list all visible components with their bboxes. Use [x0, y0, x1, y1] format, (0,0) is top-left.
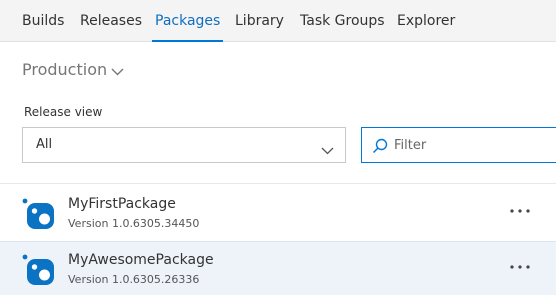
nuget-package-icon: [22, 254, 56, 290]
package-name: MyFirstPackage: [68, 196, 176, 212]
package-version: Version 1.0.6305.26336: [68, 273, 200, 286]
feed-name: Production: [22, 60, 108, 79]
release-view-value: All: [36, 137, 53, 152]
package-row[interactable]: MyFirstPackage Version 1.0.6305.34450: [0, 186, 556, 240]
filter-input[interactable]: [394, 135, 544, 155]
tab-packages[interactable]: Packages: [151, 0, 224, 42]
tab-builds[interactable]: Builds: [22, 0, 64, 42]
ellipsis-icon[interactable]: [506, 256, 534, 278]
package-row[interactable]: MyAwesomePackage Version 1.0.6305.26336: [0, 241, 556, 295]
search-icon: [372, 138, 388, 158]
list-divider: [0, 183, 556, 184]
tab-task-groups[interactable]: Task Groups: [300, 0, 385, 42]
feed-selector[interactable]: Production: [22, 60, 124, 80]
tab-library[interactable]: Library: [235, 0, 284, 42]
ellipsis-icon[interactable]: [506, 200, 534, 222]
top-navigation: Builds Releases Packages Library Task Gr…: [0, 0, 556, 42]
package-version: Version 1.0.6305.34450: [68, 217, 200, 230]
filter-box[interactable]: [361, 127, 556, 163]
nuget-package-icon: [22, 198, 56, 234]
chevron-down-icon: [321, 140, 334, 159]
tab-releases[interactable]: Releases: [80, 0, 142, 42]
chevron-down-icon: [111, 61, 124, 80]
tab-explorer[interactable]: Explorer: [397, 0, 455, 42]
release-view-label: Release view: [24, 105, 103, 119]
release-view-dropdown[interactable]: All: [22, 127, 346, 163]
package-name: MyAwesomePackage: [68, 252, 214, 268]
